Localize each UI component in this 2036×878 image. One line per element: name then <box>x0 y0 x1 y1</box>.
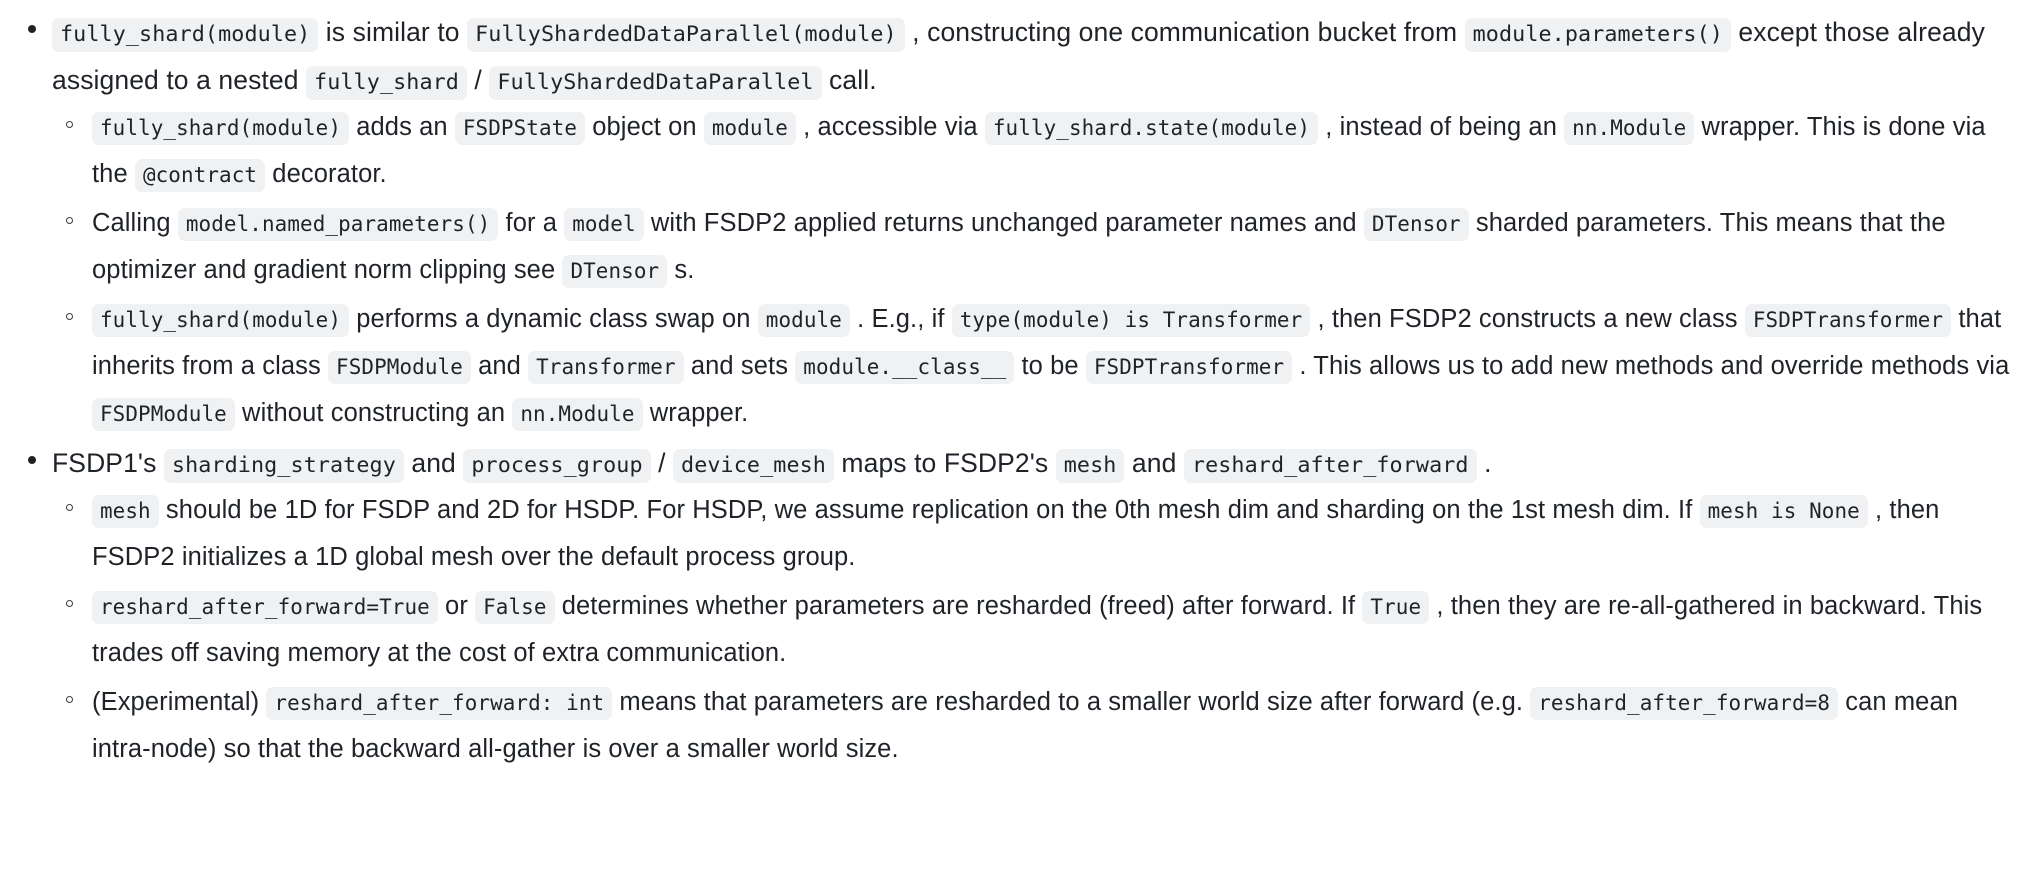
inline-code-token: type(module) is Transformer <box>951 304 1311 337</box>
inline-code-token: FSDPModule <box>92 398 235 431</box>
paragraph-text: should be 1D for FSDP and 2D for HSDP. F… <box>158 496 1700 524</box>
inline-code-token: module.parameters() <box>1464 18 1731 52</box>
inline-code-token: FullyShardedDataParallel(module) <box>467 18 905 52</box>
inline-code-token: @contract <box>134 159 266 192</box>
inline-code-token: fully_shard(module) <box>92 304 350 337</box>
document-body: fully_shard(module) is similar to FullyS… <box>0 0 2036 773</box>
inline-code-token: model <box>564 208 644 241</box>
inline-code-token: reshard_after_forward: int <box>266 687 613 720</box>
paragraph: Calling model.named_parameters() for a m… <box>92 200 2018 294</box>
paragraph-text: , accessible via <box>795 113 985 141</box>
inline-code-token: FSDPState <box>454 112 586 145</box>
paragraph-text: and sets <box>683 352 796 380</box>
paragraph-text: object on <box>585 113 704 141</box>
inline-code-token: module.__class__ <box>795 351 1015 384</box>
nested-list: fully_shard(module) adds an FSDPState ob… <box>52 104 2018 437</box>
inline-code-token: fully_shard <box>306 66 467 100</box>
paragraph-text: without constructing an <box>234 399 513 427</box>
inline-code-token: FSDPTransformer <box>1085 351 1293 384</box>
paragraph-text: and <box>403 448 464 478</box>
sub-list-item: reshard_after_forward=True or False dete… <box>52 583 2018 677</box>
paragraph-text: / <box>466 65 490 95</box>
inline-code-token: module <box>757 304 850 337</box>
paragraph-text: means that parameters are resharded to a… <box>612 688 1531 716</box>
paragraph-text: to be <box>1014 352 1086 380</box>
paragraph-text: . This allows us to add new methods and … <box>1292 352 2010 380</box>
inline-code-token: nn.Module <box>512 398 643 431</box>
paragraph-text: , then FSDP2 constructs a new class <box>1310 305 1745 333</box>
paragraph-text: for a <box>498 209 565 237</box>
inline-code-token: FSDPModule <box>328 351 471 384</box>
paragraph-text: , constructing one communication bucket … <box>904 17 1465 47</box>
bullet-circle-icon <box>66 696 73 703</box>
bullet-circle-icon <box>66 504 73 511</box>
paragraph-text: adds an <box>349 113 455 141</box>
paragraph-text: / <box>650 448 674 478</box>
inline-code-token: nn.Module <box>1564 112 1695 145</box>
inline-code-token: DTensor <box>562 255 668 288</box>
bullet-circle-icon <box>66 313 73 320</box>
sub-list-item: fully_shard(module) performs a dynamic c… <box>52 296 2018 437</box>
paragraph: FSDP1's sharding_strategy and process_gr… <box>52 439 2018 487</box>
inline-code-token: False <box>475 591 555 624</box>
bullet-disc-icon <box>28 456 36 464</box>
paragraph-text: . <box>1476 448 1492 478</box>
inline-code-token: Transformer <box>528 351 684 384</box>
inline-code-token: FullyShardedDataParallel <box>489 66 822 100</box>
paragraph-text: and <box>1124 448 1184 478</box>
inline-code-token: fully_shard(module) <box>52 18 319 52</box>
paragraph-text: wrapper. <box>642 399 749 427</box>
paragraph: fully_shard(module) adds an FSDPState ob… <box>92 104 2018 198</box>
paragraph: mesh should be 1D for FSDP and 2D for HS… <box>92 487 2018 581</box>
inline-code-token: mesh <box>92 495 159 528</box>
paragraph-text: , instead of being an <box>1318 113 1565 141</box>
nested-list: mesh should be 1D for FSDP and 2D for HS… <box>52 487 2018 773</box>
sub-list-item: (Experimental) reshard_after_forward: in… <box>52 679 2018 773</box>
inline-code-token: sharding_strategy <box>163 449 404 483</box>
paragraph-text: determines whether parameters are reshar… <box>554 592 1363 620</box>
list-item: FSDP1's sharding_strategy and process_gr… <box>18 439 2018 773</box>
inline-code-token: fully_shard.state(module) <box>984 112 1319 145</box>
paragraph-text: Calling <box>92 209 178 237</box>
paragraph-text: performs a dynamic class swap on <box>349 305 758 333</box>
bullet-disc-icon <box>28 25 36 33</box>
inline-code-token: model.named_parameters() <box>177 208 499 241</box>
paragraph-text: decorator. <box>265 160 387 188</box>
bullet-circle-icon <box>66 600 73 607</box>
inline-code-token: module <box>703 112 796 145</box>
inline-code-token: mesh <box>1055 449 1125 483</box>
inline-code-token: fully_shard(module) <box>92 112 350 145</box>
paragraph-text: is similar to <box>318 17 468 47</box>
inline-code-token: FSDPTransformer <box>1744 304 1952 337</box>
inline-code-token: device_mesh <box>673 449 834 483</box>
sub-list-item: fully_shard(module) adds an FSDPState ob… <box>52 104 2018 198</box>
paragraph-text: or <box>437 592 476 620</box>
paragraph: fully_shard(module) is similar to FullyS… <box>52 8 2018 104</box>
paragraph: reshard_after_forward=True or False dete… <box>92 583 2018 677</box>
inline-code-token: reshard_after_forward=True <box>92 591 438 624</box>
paragraph: (Experimental) reshard_after_forward: in… <box>92 679 2018 773</box>
inline-code-token: reshard_after_forward <box>1183 449 1477 483</box>
inline-code-token: reshard_after_forward=8 <box>1530 687 1839 720</box>
paragraph-text: FSDP1's <box>52 448 164 478</box>
paragraph-text: and <box>470 352 529 380</box>
paragraph: fully_shard(module) performs a dynamic c… <box>92 296 2018 437</box>
sub-list-item: mesh should be 1D for FSDP and 2D for HS… <box>52 487 2018 581</box>
paragraph-text: maps to FSDP2's <box>833 448 1056 478</box>
paragraph-text: call. <box>821 65 877 95</box>
sub-list-item: Calling model.named_parameters() for a m… <box>52 200 2018 294</box>
inline-code-token: process_group <box>463 449 651 483</box>
list-item: fully_shard(module) is similar to FullyS… <box>18 8 2018 437</box>
paragraph-text: . E.g., if <box>849 305 952 333</box>
paragraph-text: s. <box>667 256 695 284</box>
top-level-list: fully_shard(module) is similar to FullyS… <box>18 8 2018 773</box>
bullet-circle-icon <box>66 217 73 224</box>
inline-code-token: True <box>1362 591 1430 624</box>
inline-code-token: DTensor <box>1363 208 1469 241</box>
paragraph-text: with FSDP2 applied returns unchanged par… <box>643 209 1364 237</box>
paragraph-text: (Experimental) <box>92 688 267 716</box>
inline-code-token: mesh is None <box>1699 495 1868 528</box>
bullet-circle-icon <box>66 121 73 128</box>
